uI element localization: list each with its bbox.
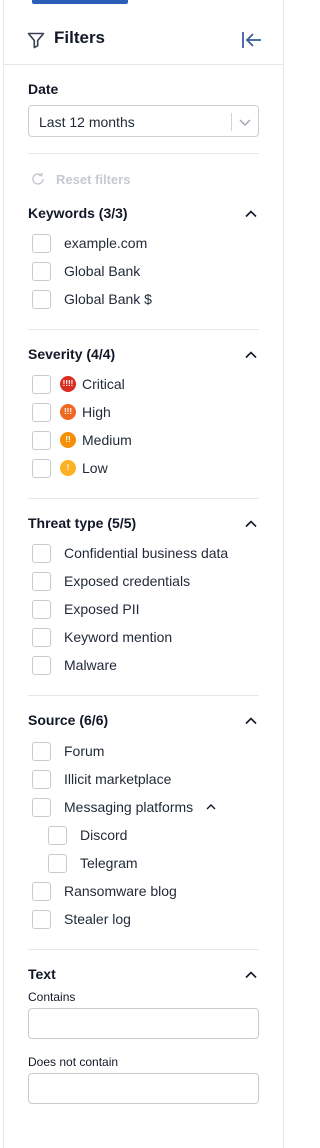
chevron-up-icon[interactable] — [205, 801, 217, 813]
option-label: Forum — [64, 743, 105, 759]
option-label: Keyword mention — [64, 629, 173, 645]
date-label: Date — [28, 81, 59, 97]
does-not-contain-input[interactable] — [28, 1073, 259, 1104]
source-title: Source (6/6) — [28, 712, 109, 728]
threat-type-title: Threat type (5/5) — [28, 515, 137, 531]
source-option[interactable]: Illicit marketplace — [32, 769, 171, 789]
severity-title: Severity (4/4) — [28, 346, 116, 362]
severity-option[interactable]: !!!! Critical — [32, 374, 125, 394]
source-suboption[interactable]: Discord — [48, 825, 127, 845]
checkbox[interactable] — [32, 797, 51, 817]
chevron-down-icon — [239, 119, 251, 126]
option-label: Malware — [64, 657, 117, 673]
active-tab-indicator — [32, 0, 128, 4]
option-label: Telegram — [80, 855, 138, 871]
option-label: Illicit marketplace — [64, 771, 172, 787]
source-option[interactable]: Messaging platforms — [32, 797, 217, 817]
contains-label: Contains — [28, 990, 76, 1004]
checkbox[interactable] — [32, 458, 51, 478]
checkbox[interactable] — [48, 825, 67, 845]
option-label: example.com — [64, 235, 148, 251]
divider — [28, 498, 259, 499]
checkbox[interactable] — [48, 853, 67, 873]
option-label: Global Bank — [64, 263, 141, 279]
checkbox[interactable] — [32, 627, 51, 647]
chevron-up-icon[interactable] — [244, 968, 258, 982]
select-divider — [231, 113, 232, 131]
option-label: Medium — [82, 432, 132, 448]
checkbox[interactable] — [32, 543, 51, 563]
source-option[interactable]: Stealer log — [32, 909, 131, 929]
divider — [28, 695, 259, 696]
option-label: Discord — [80, 827, 128, 843]
does-not-contain-label: Does not contain — [28, 1055, 119, 1069]
threat-type-option[interactable]: Keyword mention — [32, 627, 172, 647]
reset-icon — [32, 172, 44, 185]
collapse-panel-icon[interactable] — [238, 28, 264, 52]
chevron-up-icon[interactable] — [244, 517, 258, 531]
severity-option[interactable]: ! Low — [32, 458, 108, 478]
checkbox[interactable] — [32, 430, 51, 450]
header-divider — [4, 64, 283, 65]
option-label: Messaging platforms — [64, 799, 194, 815]
divider — [28, 329, 259, 330]
keyword-option[interactable]: Global Bank — [32, 261, 140, 281]
date-range-value: Last 12 months — [39, 114, 135, 130]
checkbox[interactable] — [32, 261, 51, 281]
option-label: Exposed credentials — [64, 573, 191, 589]
option-label: Stealer log — [64, 911, 131, 927]
filters-header: Filters — [4, 20, 283, 64]
date-range-select[interactable]: Last 12 months — [28, 105, 259, 137]
checkbox[interactable] — [32, 599, 51, 619]
source-option[interactable]: Forum — [32, 741, 104, 761]
panel-title: Filters — [54, 28, 106, 47]
contains-input[interactable] — [28, 1008, 259, 1039]
checkbox[interactable] — [32, 571, 51, 591]
checkbox[interactable] — [32, 769, 51, 789]
threat-type-option[interactable]: Exposed PII — [32, 599, 140, 619]
threat-type-option[interactable]: Malware — [32, 655, 117, 675]
medium-severity-icon: !! — [60, 432, 76, 448]
filters-panel: Filters Date Last 12 months Reset filter… — [3, 0, 284, 1148]
divider — [28, 153, 259, 154]
checkbox[interactable] — [32, 233, 51, 253]
reset-filters-button[interactable]: Reset filters — [30, 170, 130, 188]
threat-type-option[interactable]: Exposed credentials — [32, 571, 190, 591]
source-option[interactable]: Ransomware blog — [32, 881, 177, 901]
chevron-up-icon[interactable] — [244, 714, 258, 728]
filter-funnel-icon — [27, 32, 45, 49]
checkbox[interactable] — [32, 655, 51, 675]
option-label: Confidential business data — [64, 545, 229, 561]
checkbox[interactable] — [32, 909, 51, 929]
keyword-option[interactable]: Global Bank $ — [32, 289, 152, 309]
chevron-up-icon[interactable] — [244, 348, 258, 362]
checkbox[interactable] — [32, 374, 51, 394]
source-suboption[interactable]: Telegram — [48, 853, 138, 873]
text-title: Text — [28, 966, 56, 982]
divider — [28, 949, 259, 950]
checkbox[interactable] — [32, 881, 51, 901]
threat-type-option[interactable]: Confidential business data — [32, 543, 228, 563]
checkbox[interactable] — [32, 402, 51, 422]
option-label: High — [82, 404, 111, 420]
keyword-option[interactable]: example.com — [32, 233, 147, 253]
critical-severity-icon: !!!! — [60, 376, 76, 392]
option-label: Low — [82, 460, 108, 476]
option-label: Ransomware blog — [64, 883, 177, 899]
severity-option[interactable]: !! Medium — [32, 430, 132, 450]
keywords-title: Keywords (3/3) — [28, 205, 128, 221]
option-label: Critical — [82, 376, 125, 392]
chevron-up-icon[interactable] — [244, 207, 258, 221]
high-severity-icon: !!! — [60, 404, 76, 420]
checkbox[interactable] — [32, 741, 51, 761]
severity-option[interactable]: !!! High — [32, 402, 111, 422]
option-label: Global Bank $ — [64, 291, 152, 307]
low-severity-icon: ! — [60, 460, 76, 476]
checkbox[interactable] — [32, 289, 51, 309]
reset-filters-label: Reset filters — [56, 171, 131, 187]
option-label: Exposed PII — [64, 601, 140, 617]
